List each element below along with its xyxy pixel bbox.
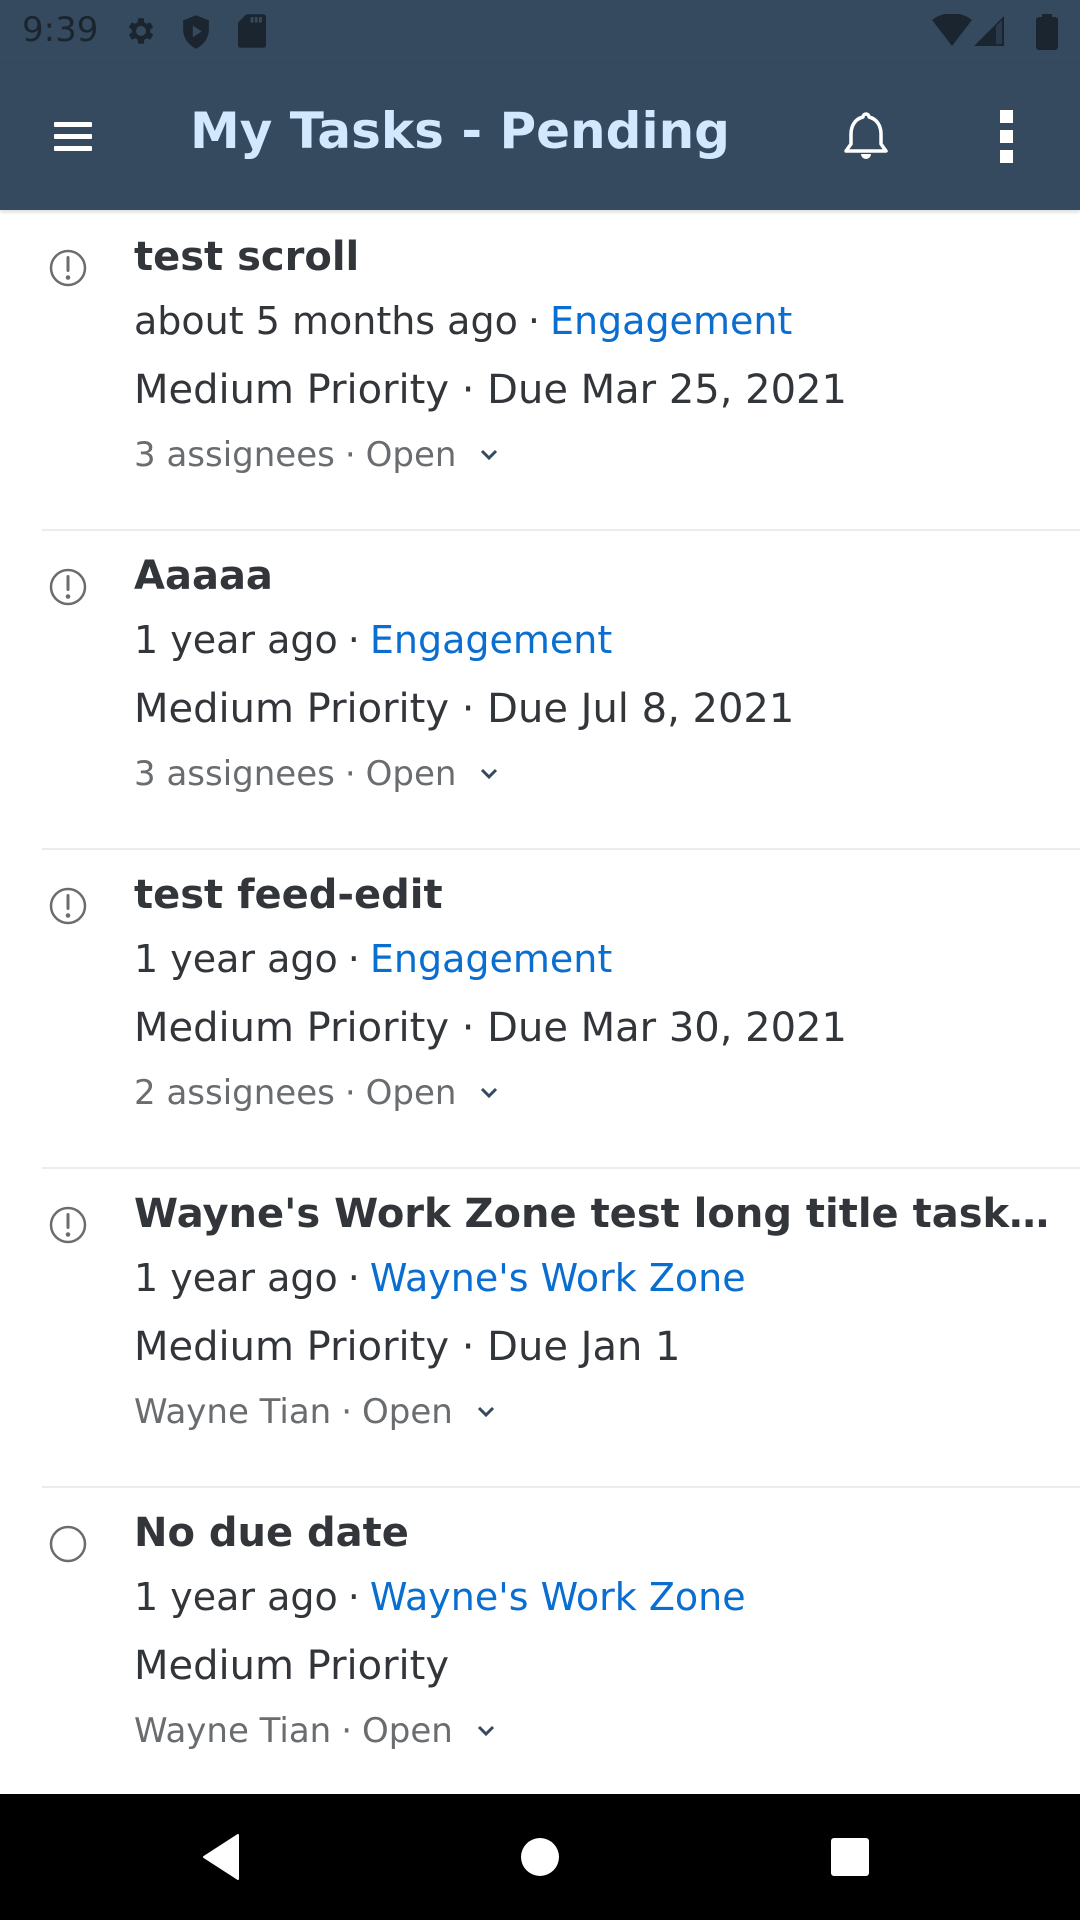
task-priority-due: Medium Priority · Due Jan 1 bbox=[134, 1324, 681, 1370]
task-status-dropdown[interactable]: Open bbox=[362, 1389, 453, 1435]
task-group-link[interactable]: Engagement bbox=[550, 299, 792, 343]
task-item[interactable]: test feed-edit 1 year ago · Engagement Med… bbox=[0, 850, 1080, 1169]
separator: · bbox=[347, 1575, 360, 1619]
task-age: 1 year ago bbox=[134, 618, 338, 662]
task-title: test scroll bbox=[134, 234, 360, 280]
task-age: 1 year ago bbox=[134, 1256, 338, 1300]
task-assignees: Wayne Tian bbox=[134, 1392, 332, 1432]
task-title: Aaaaa bbox=[134, 553, 273, 599]
task-title: Wayne's Work Zone test long title task,S… bbox=[134, 1191, 1060, 1237]
bell-icon[interactable] bbox=[836, 106, 896, 166]
system-nav-bar bbox=[0, 1794, 1080, 1920]
chevron-down-icon[interactable] bbox=[478, 1085, 500, 1101]
task-priority-due: Medium Priority bbox=[134, 1643, 450, 1689]
task-list: test scroll about 5 months ago · Engagemen… bbox=[0, 212, 1080, 1807]
task-item[interactable]: Aaaaa 1 year ago · Engagement Medium Prior… bbox=[0, 531, 1080, 850]
task-age: about 5 months ago bbox=[134, 299, 518, 343]
task-item[interactable]: test scroll about 5 months ago · Engagemen… bbox=[0, 212, 1080, 531]
separator: · bbox=[341, 1711, 353, 1751]
exclamation-circle-icon bbox=[49, 887, 87, 925]
task-status-dropdown[interactable]: Open bbox=[366, 1070, 457, 1116]
task-age: 1 year ago bbox=[134, 937, 338, 981]
separator: · bbox=[347, 937, 360, 981]
hamburger-menu-icon[interactable] bbox=[42, 112, 102, 162]
task-assignees: 3 assignees bbox=[134, 754, 335, 794]
separator: · bbox=[527, 299, 540, 343]
chevron-down-icon[interactable] bbox=[475, 1723, 497, 1739]
exclamation-circle-icon bbox=[49, 568, 87, 606]
separator: · bbox=[344, 1073, 356, 1113]
task-group-link[interactable]: Engagement bbox=[370, 618, 612, 662]
task-assignees: Wayne Tian bbox=[134, 1711, 332, 1751]
task-group-link[interactable]: Wayne's Work Zone bbox=[370, 1256, 746, 1300]
cell-signal-icon bbox=[974, 16, 1004, 46]
more-vertical-icon[interactable] bbox=[990, 106, 1022, 168]
task-status-dropdown[interactable]: Open bbox=[362, 1708, 453, 1754]
page-title: My Tasks - Pending bbox=[190, 102, 730, 160]
task-status-dropdown[interactable]: Open bbox=[366, 751, 457, 797]
separator: · bbox=[344, 754, 356, 794]
chevron-down-icon[interactable] bbox=[475, 1404, 497, 1420]
back-triangle-icon[interactable] bbox=[194, 1827, 254, 1887]
exclamation-circle-icon bbox=[49, 249, 87, 287]
chevron-down-icon[interactable] bbox=[478, 447, 500, 463]
task-group-link[interactable]: Wayne's Work Zone bbox=[370, 1575, 746, 1619]
task-title: No due date bbox=[134, 1510, 409, 1556]
task-group-link[interactable]: Engagement bbox=[370, 937, 612, 981]
separator: · bbox=[344, 435, 356, 475]
battery-icon bbox=[1036, 14, 1058, 50]
task-assignees: 2 assignees bbox=[134, 1073, 335, 1113]
app-bar: My Tasks - Pending bbox=[0, 64, 1080, 210]
task-priority-due: Medium Priority · Due Mar 25, 2021 bbox=[134, 367, 847, 413]
chevron-down-icon[interactable] bbox=[478, 766, 500, 782]
shield-play-icon bbox=[183, 15, 209, 49]
recents-square-icon[interactable] bbox=[820, 1827, 880, 1887]
gear-icon bbox=[128, 18, 154, 44]
task-priority-due: Medium Priority · Due Mar 30, 2021 bbox=[134, 1005, 847, 1051]
task-item[interactable]: No due date 1 year ago · Wayne's Work Zone… bbox=[0, 1488, 1080, 1807]
task-title: test feed-edit bbox=[134, 872, 443, 918]
home-circle-icon[interactable] bbox=[510, 1827, 570, 1887]
task-item[interactable]: Wayne's Work Zone test long title task,S… bbox=[0, 1169, 1080, 1488]
task-priority-due: Medium Priority · Due Jul 8, 2021 bbox=[134, 686, 795, 732]
task-assignees: 3 assignees bbox=[134, 435, 335, 475]
separator: · bbox=[341, 1392, 353, 1432]
wifi-icon bbox=[932, 14, 972, 46]
status-bar: 9:39 bbox=[0, 0, 1080, 64]
separator: · bbox=[347, 618, 360, 662]
task-age: 1 year ago bbox=[134, 1575, 338, 1619]
sd-card-icon bbox=[238, 14, 266, 48]
task-status-dropdown[interactable]: Open bbox=[366, 432, 457, 478]
separator: · bbox=[347, 1256, 360, 1300]
empty-circle-icon[interactable] bbox=[48, 1524, 88, 1564]
status-time: 9:39 bbox=[22, 10, 99, 50]
exclamation-circle-icon bbox=[49, 1206, 87, 1244]
